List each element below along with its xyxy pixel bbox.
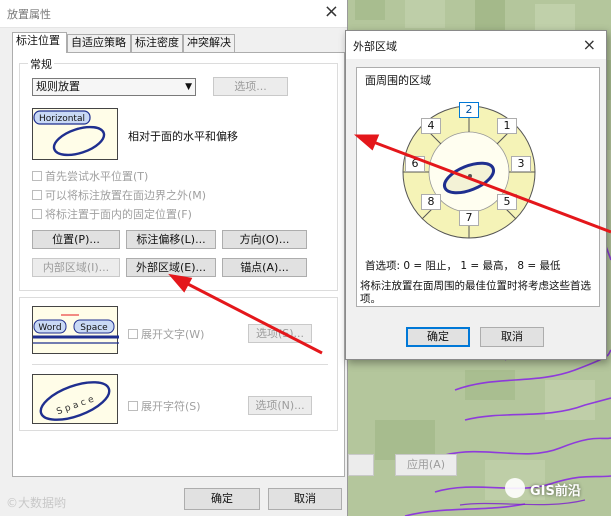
outer-region-button[interactable]: 外部区域(E)... [126,258,216,277]
placement-dialog-close-icon[interactable]: × [324,2,339,22]
outer-region-dialog: 外部区域 × 面周围的区域 2 1 4 3 6 5 8 7 首选项: 0 = 阻… [345,30,607,360]
checkbox-fixed-position[interactable]: 将标注置于面内的固定位置(F) [32,206,192,222]
chevron-down-icon: ▼ [185,82,192,92]
zone-8-input[interactable]: 8 [421,194,441,210]
placement-dialog-title: 放置属性 [7,8,51,21]
placement-options-button[interactable]: 选项... [213,77,288,96]
placement-properties-dialog: 放置属性 × 标注位置 自适应策略 标注密度 冲突解决 常规 规则放置 ▼ 选项… [0,0,348,516]
zone-6-input[interactable]: 6 [405,156,425,172]
zone-2-input[interactable]: 2 [459,102,479,118]
polygon-horizontal-icon: Horizontal [33,110,106,157]
outer-dialog-titlebar: 外部区域 × [346,31,606,59]
zone-5-input[interactable]: 5 [497,194,517,210]
zone-1-input[interactable]: 1 [497,118,517,134]
placement-select[interactable]: 规则放置 ▼ [32,78,196,96]
apply-button[interactable]: 应用(A) [395,454,457,476]
outer-ok-button[interactable]: 确定 [406,327,470,347]
spread-chars-options-button[interactable]: 选项(N)... [248,396,312,415]
zone-3-input[interactable]: 3 [511,156,531,172]
checkbox-try-horizontal-first[interactable]: 首先尝试水平位置(T) [32,168,148,184]
outer-description: 将标注放置在面周围的最佳位置时将考虑这些首选项。 [360,280,591,305]
checkbox-spread-characters[interactable]: 展开字符(S) [128,398,201,414]
placement-ok-button[interactable]: 确定 [184,488,260,510]
general-group: 常规 规则放置 ▼ 选项... Horizontal 相对于面的水平和偏移 首先… [19,56,338,291]
hidden-button-edge [348,454,374,476]
zone-4-input[interactable]: 4 [421,118,441,134]
label-position-panel: 常规 规则放置 ▼ 选项... Horizontal 相对于面的水平和偏移 首先… [12,52,345,477]
tab-adaptive-strategy[interactable]: 自适应策略 [67,34,131,52]
preview-description: 相对于面的水平和偏移 [128,130,238,143]
general-group-label: 常规 [28,56,54,72]
outer-dialog-close-icon[interactable]: × [583,35,596,55]
preview-horizontal-label: Horizontal [39,114,85,124]
spread-words-label-1: Word [38,323,61,333]
outer-cancel-button[interactable]: 取消 [480,327,544,347]
spread-chars-preview: S p a c e [32,374,118,424]
spread-words-icon: Word Space [33,314,119,344]
spread-words-label-2: Space [80,323,108,333]
tab-conflict-resolution[interactable]: 冲突解决 [183,34,235,52]
preference-legend: 首选项: 0 = 阻止， 1 = 最高， 8 = 最低 [365,260,561,272]
placement-dialog-titlebar: 放置属性 × [0,0,347,28]
horizontal-placement-preview: Horizontal [32,108,118,160]
zone-wheel [402,105,536,239]
zones-group: 面周围的区域 2 1 4 3 6 5 8 7 首选项: 0 = 阻止， 1 = … [356,67,600,307]
spread-divider [32,364,328,365]
brand-watermark: GIS前沿 [530,484,581,499]
spread-group: Word Space 展开文字(W) 选项(S)... S p a c e 展开… [19,297,338,431]
watermark-text: ©大数据哟 [6,496,67,510]
checkbox-place-outside-boundary[interactable]: 可以将标注放置在面边界之外(M) [32,187,206,203]
tab-label-density[interactable]: 标注密度 [131,34,183,52]
wechat-icon [505,478,525,498]
inner-region-button[interactable]: 内部区域(I)... [32,258,120,277]
zone-7-input[interactable]: 7 [459,210,479,226]
anchor-button[interactable]: 锚点(A)... [222,258,307,277]
spread-words-options-button[interactable]: 选项(S)... [248,324,312,343]
placement-cancel-button[interactable]: 取消 [268,488,342,510]
spread-characters-icon: S p a c e [39,381,111,421]
checkbox-spread-words[interactable]: 展开文字(W) [128,326,204,342]
placement-select-value: 规则放置 [36,80,80,93]
label-offset-button[interactable]: 标注偏移(L)... [126,230,216,249]
position-button[interactable]: 位置(P)... [32,230,120,249]
outer-dialog-title: 外部区域 [353,40,397,53]
spread-words-preview: Word Space [32,306,119,354]
orientation-button[interactable]: 方向(O)... [222,230,307,249]
tab-label-position[interactable]: 标注位置 [12,32,67,53]
